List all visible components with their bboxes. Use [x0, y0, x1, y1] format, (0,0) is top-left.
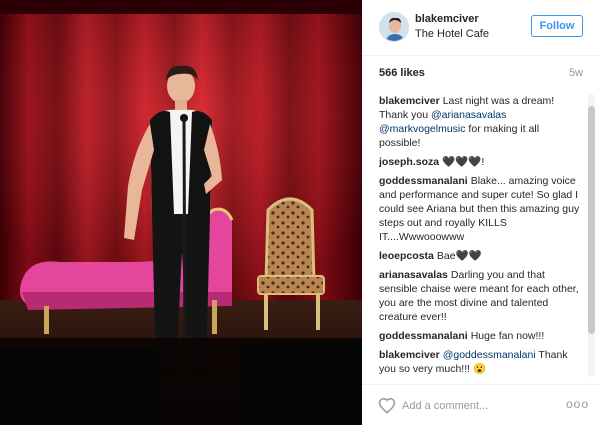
comment-text: 🖤🖤🖤! [442, 156, 485, 168]
comments-scrollbar[interactable] [588, 94, 595, 377]
follow-button[interactable]: Follow [531, 15, 583, 37]
comment-item: goddessmanalani Huge fan now!!! [379, 329, 583, 343]
comment-author[interactable]: joseph.soza [379, 156, 439, 168]
comment-author[interactable]: blakemciver [379, 349, 440, 361]
post-location[interactable]: The Hotel Cafe [415, 28, 489, 40]
scrollbar-thumb[interactable] [588, 106, 595, 334]
comment-item: leoepcosta Bae🖤🖤 [379, 249, 583, 263]
comment-author[interactable]: arianasavalas [379, 269, 448, 281]
post-username[interactable]: blakemciver [415, 13, 479, 25]
stage-photo-illustration [0, 0, 362, 425]
likes-row: 566 likes 5w [362, 55, 600, 85]
more-options-icon[interactable]: ooo [566, 397, 588, 413]
comment-item: joseph.soza 🖤🖤🖤! [379, 155, 583, 169]
avatar-photo [380, 13, 408, 41]
comment-item: arianasavalas Darling you and that sensib… [379, 268, 583, 324]
comment-text: Bae🖤🖤 [436, 250, 482, 262]
comment-author[interactable]: goddessmanalani [379, 175, 468, 187]
post-photo[interactable] [0, 0, 362, 425]
comment-mention[interactable]: @markvogelmusic [379, 123, 466, 135]
comment-mention[interactable]: @arianasavalas [431, 109, 506, 121]
comment-author[interactable]: blakemciver [379, 95, 440, 107]
heart-icon[interactable] [378, 397, 396, 414]
comment-author[interactable]: leoepcosta [379, 250, 434, 262]
comment-text: Huge fan now!!! [470, 330, 545, 342]
comment-item: blakemciver Last night was a dream! Thank… [379, 94, 583, 150]
instagram-post: blakemciver The Hotel Cafe Follow 566 li… [0, 0, 600, 425]
comment-item: blakemciver @goddessmanalani Thank you so… [379, 348, 583, 376]
add-comment-input[interactable] [402, 397, 552, 415]
post-sidebar: blakemciver The Hotel Cafe Follow 566 li… [362, 0, 600, 425]
avatar[interactable] [379, 12, 409, 42]
comment-mention[interactable]: @goddessmanalani [443, 349, 536, 361]
likes-count[interactable]: 566 likes [379, 67, 425, 79]
comments-list: blakemciver Last night was a dream! Thank… [379, 94, 583, 376]
post-age[interactable]: 5w [569, 67, 583, 79]
post-header: blakemciver The Hotel Cafe Follow [362, 0, 600, 56]
comment-author[interactable]: goddessmanalani [379, 330, 468, 342]
comment-item: goddessmanalani Blake... amazing voice an… [379, 174, 583, 244]
post-footer: ooo [362, 384, 600, 426]
